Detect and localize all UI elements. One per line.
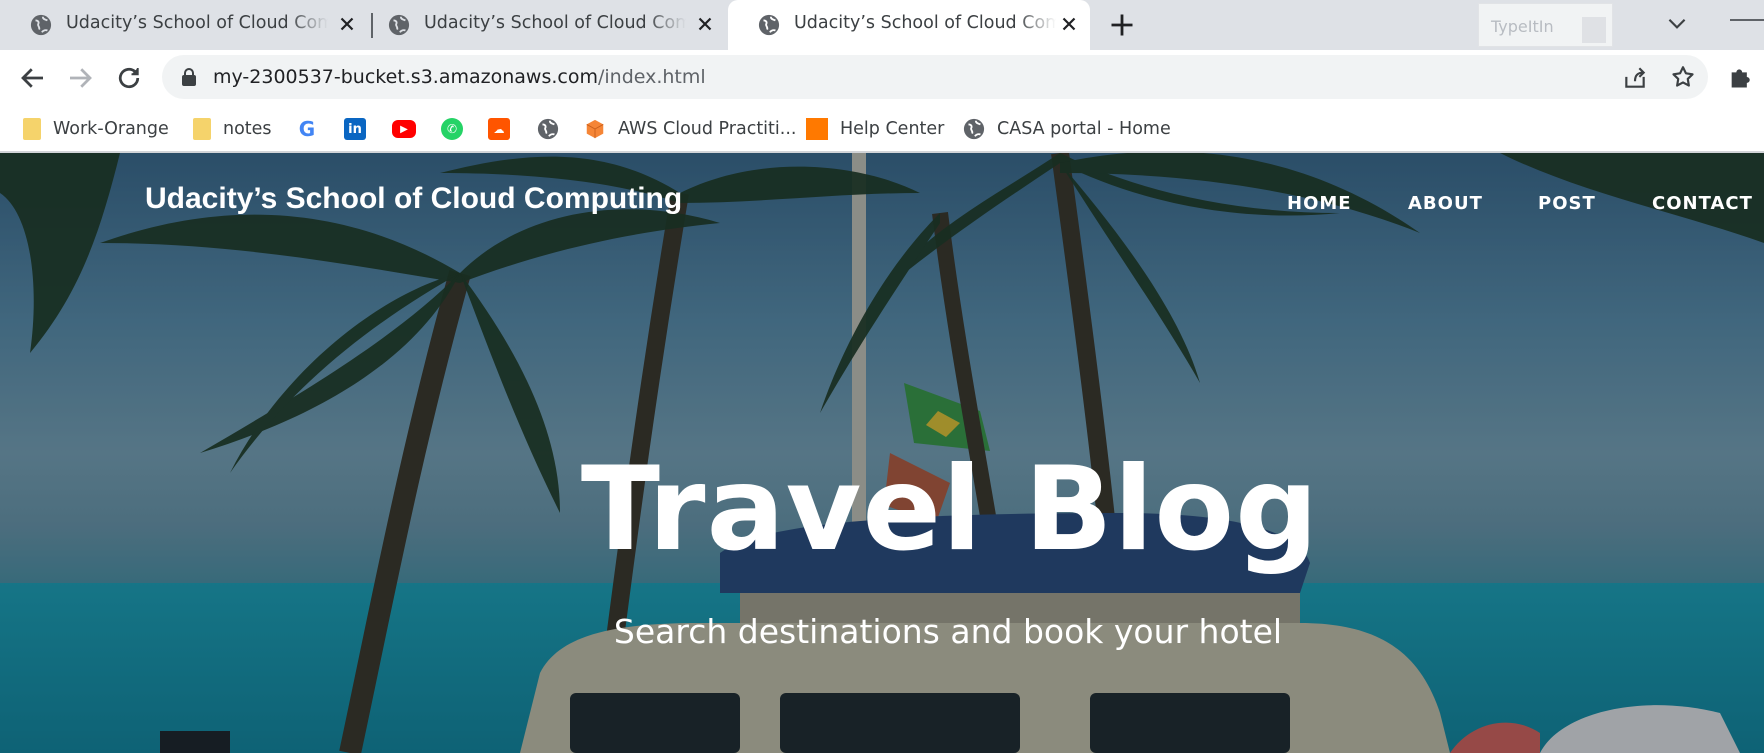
- bookmark-label: notes: [223, 119, 272, 139]
- tab-search-chevron-icon[interactable]: [1664, 10, 1690, 36]
- back-arrow-icon[interactable]: [18, 63, 48, 93]
- bookmark-aws-cloud-practitioner[interactable]: AWS Cloud Practiti...: [584, 115, 796, 143]
- hero-headline: Travel Blog: [580, 442, 1320, 577]
- url-host: my-2300537-bucket.s3.amazonaws.com: [213, 66, 598, 88]
- bookmark-linkedin[interactable]: in: [344, 115, 378, 143]
- address-bar[interactable]: my-2300537-bucket.s3.amazonaws.com/index…: [162, 55, 1708, 99]
- new-tab-plus-icon[interactable]: [1108, 11, 1136, 39]
- globe-icon: [963, 118, 985, 140]
- bookmark-notes[interactable]: notes: [193, 115, 272, 143]
- browser-tab-3-active[interactable]: Udacity’s School of Cloud Computing: [728, 0, 1090, 50]
- aws-cube-icon: [586, 119, 604, 139]
- linkedin-icon: in: [344, 118, 366, 140]
- browser-tab-2[interactable]: Udacity’s School of Cloud Computing: [358, 0, 726, 50]
- bookmark-label: Help Center: [840, 119, 945, 139]
- google-icon: G: [296, 117, 318, 141]
- bookmark-globe[interactable]: [537, 115, 571, 143]
- bookmarks-bar: Work-Orange notes G in ▶ ✆ ☁ AWS Cloud P…: [0, 105, 1764, 153]
- bookmark-help-center[interactable]: Help Center: [806, 115, 944, 143]
- hero-subheading: Search destinations and book your hotel: [613, 612, 1283, 651]
- tab-title: Udacity’s School of Cloud Computing: [424, 13, 686, 33]
- share-icon[interactable]: [1622, 65, 1648, 91]
- orange-logo-icon: [806, 118, 828, 140]
- bookmark-google[interactable]: G: [296, 115, 330, 143]
- close-tab-icon[interactable]: [694, 13, 716, 35]
- hero-section: Udacity’s School of Cloud Computing HOME…: [0, 153, 1764, 753]
- tab-strip: Udacity’s School of Cloud Computing Udac…: [0, 0, 1764, 50]
- folder-icon: [193, 118, 211, 140]
- bookmark-casa-portal[interactable]: CASA portal - Home: [963, 115, 1171, 143]
- browser-tab-1[interactable]: Udacity’s School of Cloud Computing: [0, 0, 368, 50]
- soundcloud-icon: ☁: [488, 118, 510, 140]
- reload-icon[interactable]: [114, 63, 144, 93]
- browser-toolbar: my-2300537-bucket.s3.amazonaws.com/index…: [0, 50, 1764, 105]
- address-url[interactable]: my-2300537-bucket.s3.amazonaws.com/index…: [213, 66, 706, 88]
- url-path: /index.html: [597, 66, 706, 88]
- whatsapp-icon: ✆: [441, 118, 463, 140]
- typeit-close-icon[interactable]: [1582, 17, 1606, 43]
- globe-icon: [388, 14, 410, 36]
- site-brand-title[interactable]: Udacity’s School of Cloud Computing: [145, 182, 682, 216]
- bookmark-label: Work-Orange: [53, 119, 169, 139]
- extensions-puzzle-icon[interactable]: [1727, 63, 1755, 91]
- close-tab-icon[interactable]: [1058, 13, 1080, 35]
- tab-title: Udacity’s School of Cloud Computing: [794, 13, 1056, 33]
- bookmark-youtube[interactable]: ▶: [392, 115, 428, 143]
- bookmark-label: CASA portal - Home: [997, 119, 1171, 139]
- forward-arrow-icon[interactable]: [65, 63, 95, 93]
- globe-icon: [758, 14, 780, 36]
- window-minimize-icon[interactable]: [1730, 19, 1764, 21]
- nav-link-home[interactable]: HOME: [1287, 193, 1352, 214]
- bookmark-soundcloud[interactable]: ☁: [488, 115, 522, 143]
- nav-link-about[interactable]: ABOUT: [1408, 193, 1483, 214]
- nav-link-contact[interactable]: CONTACT: [1652, 193, 1753, 214]
- folder-icon: [23, 118, 41, 140]
- close-tab-icon[interactable]: [336, 13, 358, 35]
- nav-link-post[interactable]: POST: [1538, 193, 1596, 214]
- lock-icon[interactable]: [180, 67, 198, 87]
- bookmark-label: AWS Cloud Practiti...: [618, 119, 797, 139]
- bookmark-work-orange[interactable]: Work-Orange: [23, 115, 169, 143]
- typeit-extension-box[interactable]: TypeItIn: [1478, 3, 1613, 47]
- tab-title: Udacity’s School of Cloud Computing: [66, 13, 328, 33]
- bookmark-star-icon[interactable]: [1670, 64, 1696, 90]
- globe-icon: [537, 118, 559, 140]
- youtube-icon: ▶: [392, 120, 416, 138]
- bookmark-whatsapp[interactable]: ✆: [441, 115, 475, 143]
- globe-icon: [30, 14, 52, 36]
- typeit-label: TypeItIn: [1491, 17, 1554, 36]
